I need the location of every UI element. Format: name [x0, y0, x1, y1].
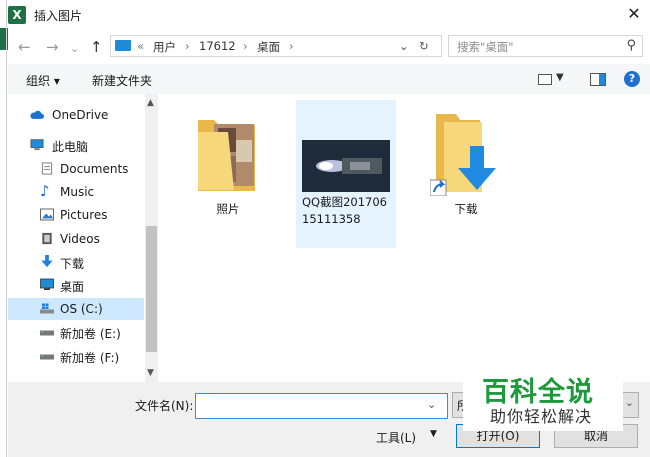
- window-title: 插入图片: [34, 9, 83, 23]
- scroll-up-icon[interactable]: ▲: [147, 98, 154, 108]
- drive-icon: [40, 354, 54, 360]
- breadcrumb-desktop[interactable]: 桌面: [257, 39, 280, 55]
- refresh-icon[interactable]: ↻: [419, 39, 429, 53]
- file-list: 照片 QQ截图20170615111358 下载: [158, 94, 650, 382]
- address-bar[interactable]: « 用户 › 17612 › 桌面 › ⌄ ↻: [110, 35, 442, 57]
- navigation-pane: OneDrive 此电脑 Documents ♪ Music Pictures …: [8, 94, 158, 382]
- nav-item-os-c[interactable]: OS (C:): [8, 298, 144, 320]
- back-arrow-icon[interactable]: ←: [18, 38, 31, 56]
- up-arrow-icon[interactable]: ↑: [90, 38, 103, 56]
- preview-pane-icon[interactable]: [590, 73, 606, 86]
- windows-drive-icon: [40, 303, 54, 314]
- search-icon[interactable]: ⚲: [626, 38, 636, 53]
- breadcrumb-separator-icon: ›: [185, 39, 190, 53]
- help-icon[interactable]: ?: [624, 71, 640, 87]
- forward-arrow-icon[interactable]: →: [46, 38, 59, 56]
- breadcrumb-separator-icon: ›: [243, 39, 248, 53]
- computer-icon: [30, 139, 44, 150]
- background-excel-edge: [0, 0, 8, 457]
- filename-dropdown-icon[interactable]: ⌄: [427, 398, 436, 411]
- file-label: 下载: [454, 202, 478, 216]
- file-label: 照片: [216, 202, 240, 216]
- nav-item-videos[interactable]: Videos: [8, 228, 144, 250]
- breadcrumb-user[interactable]: 17612: [199, 39, 236, 53]
- search-input[interactable]: 搜索"桌面": [457, 39, 514, 55]
- nav-item-drive-e[interactable]: 新加卷 (E:): [8, 321, 144, 343]
- nav-item-music[interactable]: ♪ Music: [8, 181, 144, 203]
- video-icon: [42, 232, 52, 245]
- download-arrow-icon: [41, 255, 53, 268]
- excel-icon: X: [8, 6, 26, 24]
- tools-chevron-down-icon[interactable]: ▼: [430, 429, 437, 439]
- title-bar: [8, 0, 650, 30]
- nav-item-documents[interactable]: Documents: [8, 158, 144, 180]
- breadcrumb-separator-icon: ›: [289, 39, 294, 53]
- file-item-qq-screenshot[interactable]: QQ截图20170615111358: [296, 100, 396, 248]
- nav-item-onedrive[interactable]: OneDrive: [8, 104, 144, 126]
- new-folder-button[interactable]: 新建文件夹: [92, 72, 152, 89]
- recent-chevron-down-icon[interactable]: ⌄: [70, 42, 79, 55]
- organize-button[interactable]: 组织 ▾: [26, 72, 60, 89]
- drive-icon: [40, 330, 54, 336]
- nav-item-downloads[interactable]: 下载: [8, 251, 144, 273]
- picture-icon: [40, 208, 54, 221]
- photo-folder-icon: [198, 120, 255, 191]
- music-note-icon: ♪: [40, 182, 50, 200]
- chevron-down-icon: ⌄: [624, 396, 634, 409]
- view-chevron-down-icon[interactable]: ▼: [556, 72, 564, 83]
- nav-scrollbar-thumb[interactable]: [146, 226, 157, 352]
- nav-item-pictures[interactable]: Pictures: [8, 204, 144, 226]
- search-box[interactable]: 搜索"桌面" ⚲: [448, 35, 643, 57]
- tools-button[interactable]: 工具(L): [376, 429, 416, 446]
- nav-item-drive-f[interactable]: 新加卷 (F:): [8, 345, 144, 367]
- close-icon[interactable]: ✕: [624, 4, 644, 23]
- image-thumbnail: [302, 140, 390, 192]
- address-dropdown-icon[interactable]: ⌄: [399, 39, 409, 53]
- breadcrumb-users[interactable]: 用户: [153, 39, 176, 55]
- download-folder-icon: [430, 114, 496, 196]
- file-item-photos-folder[interactable]: 照片: [178, 100, 278, 220]
- cloud-icon: [30, 110, 44, 119]
- watermark-subtitle: 助你轻松解决: [490, 407, 593, 426]
- desktop-icon: [40, 278, 54, 290]
- file-item-downloads-shortcut[interactable]: 下载: [416, 100, 516, 220]
- nav-item-desktop[interactable]: 桌面: [8, 274, 144, 296]
- computer-icon: [115, 40, 131, 51]
- view-options-icon[interactable]: [538, 74, 552, 85]
- edge-divider: [6, 0, 7, 457]
- document-icon: [41, 162, 53, 175]
- breadcrumb-overflow[interactable]: «: [137, 39, 144, 53]
- scroll-down-icon[interactable]: ▼: [147, 368, 154, 378]
- file-label: QQ截图20170615111358: [302, 195, 388, 226]
- filename-label: 文件名(N):: [135, 399, 194, 413]
- filename-input[interactable]: [195, 393, 448, 419]
- nav-item-this-pc[interactable]: 此电脑: [8, 134, 144, 156]
